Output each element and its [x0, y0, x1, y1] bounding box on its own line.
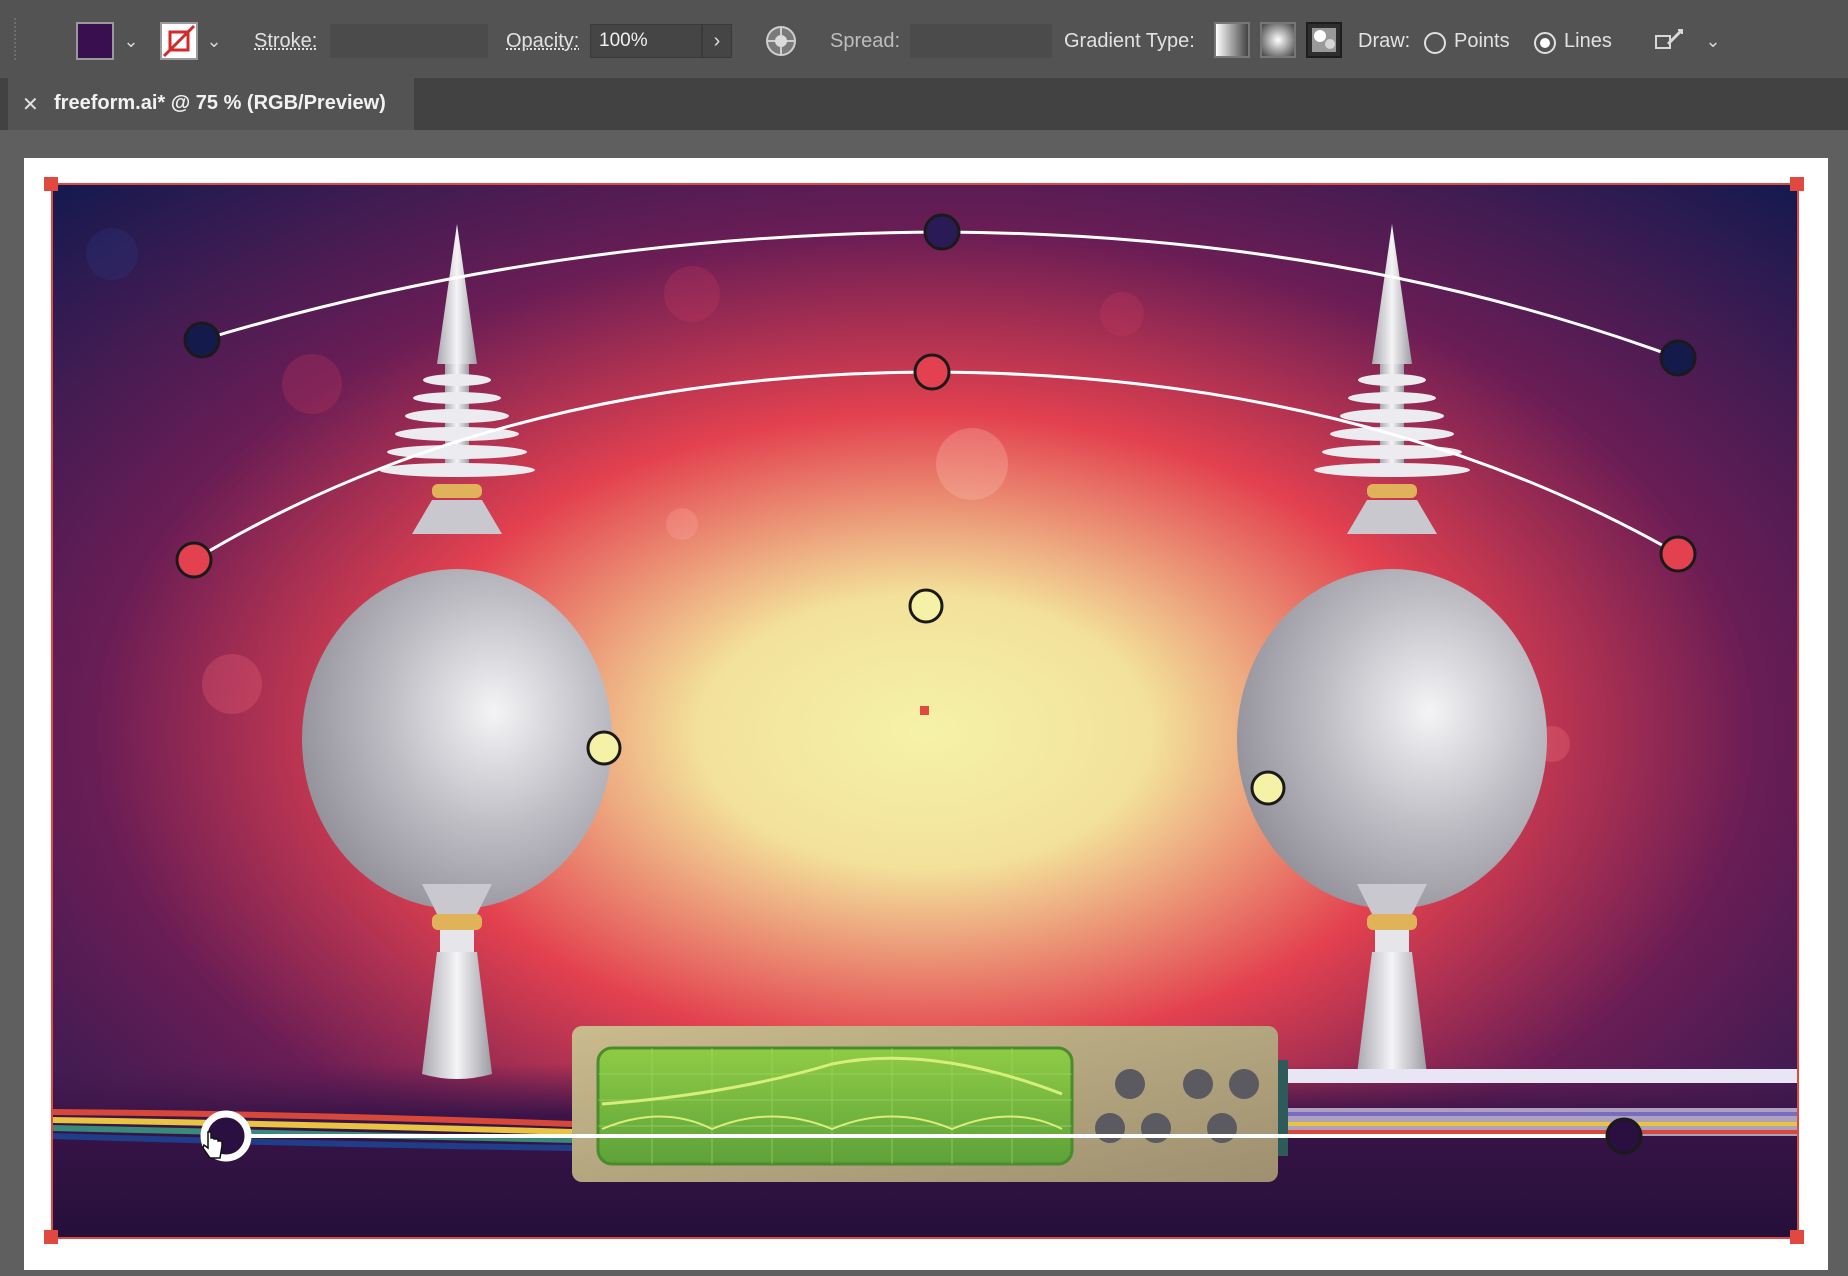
- selection-edge-right: [1797, 184, 1799, 1238]
- gradient-stop[interactable]: [913, 353, 951, 391]
- gradient-stop[interactable]: [1659, 339, 1697, 377]
- gradient-stop[interactable]: [923, 213, 961, 251]
- no-stroke-icon[interactable]: [160, 22, 198, 60]
- draw-lines-radio[interactable]: [1534, 32, 1556, 54]
- opacity-input[interactable]: 100%: [590, 24, 702, 58]
- chevron-right-icon[interactable]: ›: [702, 24, 732, 58]
- gradient-stop[interactable]: [1605, 1117, 1643, 1155]
- gradient-stop[interactable]: [586, 730, 622, 766]
- artwork-svg[interactable]: [52, 184, 1798, 1238]
- draw-points-label[interactable]: Points: [1454, 30, 1510, 53]
- draw-lines-label[interactable]: Lines: [1564, 30, 1612, 53]
- center-point: [920, 706, 929, 715]
- selection-edge-left: [51, 184, 53, 1238]
- no-stroke-glyph: [162, 24, 196, 58]
- document-tab-title: freeform.ai* @ 75 % (RGB/Preview): [54, 92, 386, 114]
- document-tab[interactable]: ✕ freeform.ai* @ 75 % (RGB/Preview): [8, 78, 414, 130]
- artwork[interactable]: [52, 184, 1798, 1238]
- gradient-type-label: Gradient Type:: [1064, 30, 1195, 52]
- draw-points-radio[interactable]: [1424, 32, 1446, 54]
- draw-label: Draw:: [1358, 30, 1411, 52]
- radial-gradient-button[interactable]: [1260, 22, 1296, 58]
- freeform-gradient-icon: [1312, 28, 1336, 52]
- oscilloscope-box: [572, 1026, 1288, 1182]
- recolor-artwork-icon[interactable]: [764, 24, 798, 58]
- linear-gradient-button[interactable]: [1214, 22, 1250, 58]
- control-bar: ⌄ ⌄ Stroke: Opacity: 100% › Spread: Grad…: [0, 0, 1848, 79]
- chevron-down-icon[interactable]: ⌄: [120, 28, 142, 54]
- chevron-down-icon[interactable]: ⌄: [1702, 28, 1724, 54]
- gradient-stop[interactable]: [183, 321, 221, 359]
- opacity-label[interactable]: Opacity:: [506, 30, 579, 53]
- panel-options-icon[interactable]: [1652, 24, 1686, 58]
- fill-swatch[interactable]: [76, 22, 114, 60]
- freeform-gradient-button[interactable]: [1306, 22, 1342, 58]
- selection-handle[interactable]: [44, 177, 58, 191]
- selection-edge-bottom: [52, 1237, 1798, 1239]
- gradient-stop[interactable]: [1250, 770, 1286, 806]
- spread-field: [910, 24, 1052, 58]
- chevron-down-icon[interactable]: ⌄: [203, 28, 225, 54]
- selection-handle[interactable]: [1790, 1230, 1804, 1244]
- gradient-stop[interactable]: [908, 588, 944, 624]
- close-icon[interactable]: ✕: [22, 92, 39, 117]
- selection-handle[interactable]: [1790, 177, 1804, 191]
- gradient-stop[interactable]: [1659, 535, 1697, 573]
- hand-cursor-icon: [202, 1130, 224, 1160]
- selection-handle[interactable]: [44, 1230, 58, 1244]
- gradient-stop[interactable]: [175, 541, 213, 579]
- toolbar-grip[interactable]: [14, 18, 22, 60]
- selection-edge-top: [52, 183, 1798, 185]
- stroke-label[interactable]: Stroke:: [254, 30, 317, 53]
- stroke-weight-field: [330, 24, 488, 58]
- spread-label: Spread:: [830, 30, 901, 52]
